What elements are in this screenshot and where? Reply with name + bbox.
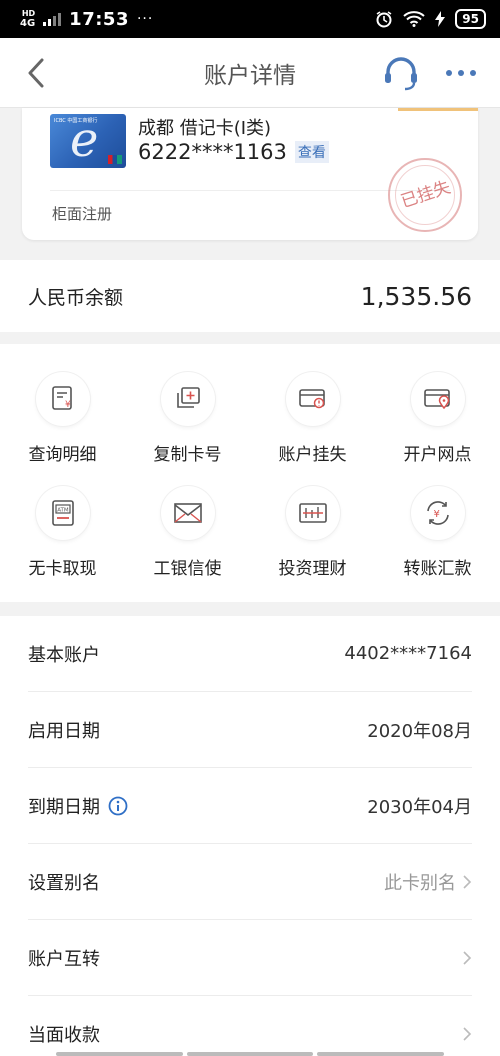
- account-detail-list: 基本账户 4402****7164 启用日期 2020年08月 到期日期 203…: [0, 616, 500, 1056]
- card-name: 成都 借记卡(Ⅰ类): [138, 118, 272, 139]
- function-grid: ¥ 查询明细 复制卡号 账户挂失 开户网点 ATM 无卡取现 工银信使 投资理财…: [0, 344, 500, 602]
- envelope-icon: [161, 486, 215, 540]
- function-label: 无卡取现: [28, 559, 97, 579]
- alias-placeholder: 此卡别名: [384, 872, 456, 894]
- copy-icon: [161, 372, 215, 426]
- row-label: 到期日期: [28, 796, 100, 818]
- card-lost-icon: [286, 372, 340, 426]
- home-indicator: [56, 1052, 445, 1056]
- nav-bar: 账户详情: [0, 38, 500, 108]
- row-label: 启用日期: [28, 720, 100, 742]
- row-set-alias[interactable]: 设置别名 此卡别名: [28, 844, 472, 920]
- row-value-wrap: [462, 1026, 472, 1042]
- chevron-right-icon: [463, 874, 472, 889]
- function-icbc-messenger[interactable]: 工银信使: [125, 458, 250, 579]
- transfer-icon: ¥: [411, 486, 465, 540]
- function-label: 工银信使: [153, 559, 222, 579]
- svg-text:ATM: ATM: [57, 507, 69, 513]
- customer-service-icon[interactable]: [382, 54, 420, 92]
- card-section: ICBC 中国工商银行 e 成都 借记卡(Ⅰ类) 6222****1163 查看…: [0, 108, 500, 260]
- network-label: 4G: [20, 18, 36, 29]
- function-investment[interactable]: 投资理财: [250, 458, 375, 579]
- view-card-number-button[interactable]: 查看: [294, 141, 329, 163]
- back-arrow-icon[interactable]: [24, 56, 54, 90]
- row-value-wrap: 此卡别名: [384, 869, 472, 895]
- row-account-transfer[interactable]: 账户互转: [28, 920, 472, 996]
- row-value: 4402****7164: [344, 643, 472, 664]
- row-label: 基本账户: [28, 644, 100, 666]
- balance-row: 人民币余额 1,535.56: [0, 260, 500, 332]
- svg-text:¥: ¥: [434, 509, 440, 520]
- more-notifications-icon: ···: [136, 11, 154, 27]
- row-label: 当面收款: [28, 1025, 100, 1046]
- row-label: 账户互转: [28, 948, 100, 970]
- investment-icon: [286, 486, 340, 540]
- function-query-details[interactable]: ¥ 查询明细: [0, 344, 125, 465]
- row-value: 2020年08月: [367, 720, 472, 742]
- card-number: 6222****1163: [138, 140, 287, 164]
- status-bar: HD 4G 17:53 ··· 95: [0, 0, 500, 38]
- balance-label: 人民币余额: [28, 286, 124, 309]
- alarm-icon: [376, 11, 392, 28]
- atm-icon: ATM: [36, 486, 90, 540]
- bank-card-image: ICBC 中国工商银行 e: [50, 114, 126, 168]
- function-label: 转账汇款: [403, 559, 472, 579]
- card-e-logo: e: [70, 114, 99, 168]
- card-info-panel: ICBC 中国工商银行 e 成都 借记卡(Ⅰ类) 6222****1163 查看…: [22, 108, 478, 240]
- unionpay-logo-icon: [108, 155, 122, 164]
- signal-icon: [43, 12, 62, 26]
- card-accent-stripe: [398, 108, 478, 111]
- chevron-right-icon: [463, 950, 472, 965]
- card-number-line: 6222****1163 查看: [138, 140, 329, 164]
- chevron-right-icon: [463, 1027, 472, 1041]
- row-basic-account[interactable]: 基本账户 4402****7164: [28, 616, 472, 692]
- row-value: 2030年04月: [367, 796, 472, 818]
- charging-icon: [435, 11, 446, 27]
- row-value-wrap: [462, 950, 472, 966]
- row-activation-date: 启用日期 2020年08月: [28, 692, 472, 768]
- network-indicator: HD 4G: [20, 9, 35, 29]
- more-icon[interactable]: [444, 64, 478, 82]
- balance-value: 1,535.56: [360, 281, 472, 311]
- row-label: 设置别名: [28, 872, 100, 894]
- page-title: 账户详情: [204, 62, 296, 89]
- function-report-lost[interactable]: 账户挂失: [250, 344, 375, 465]
- clock: 17:53: [69, 8, 129, 30]
- function-cardless-withdrawal[interactable]: ATM 无卡取现: [0, 458, 125, 579]
- statement-icon: ¥: [36, 372, 90, 426]
- info-icon[interactable]: [108, 796, 128, 816]
- branch-location-icon: [411, 372, 465, 426]
- wifi-icon: [403, 11, 425, 27]
- card-register-note: 柜面注册: [52, 205, 113, 223]
- function-transfer[interactable]: ¥ 转账汇款: [375, 458, 500, 579]
- row-label-wrap: 到期日期: [28, 793, 128, 819]
- battery-icon: 95: [455, 9, 486, 29]
- function-branch-location[interactable]: 开户网点: [375, 344, 500, 465]
- row-face-to-face-payment[interactable]: 当面收款: [28, 996, 472, 1056]
- function-copy-card-number[interactable]: 复制卡号: [125, 344, 250, 465]
- svg-text:¥: ¥: [65, 400, 71, 410]
- function-label: 投资理财: [278, 559, 347, 579]
- row-expiry-date: 到期日期 2030年04月: [28, 768, 472, 844]
